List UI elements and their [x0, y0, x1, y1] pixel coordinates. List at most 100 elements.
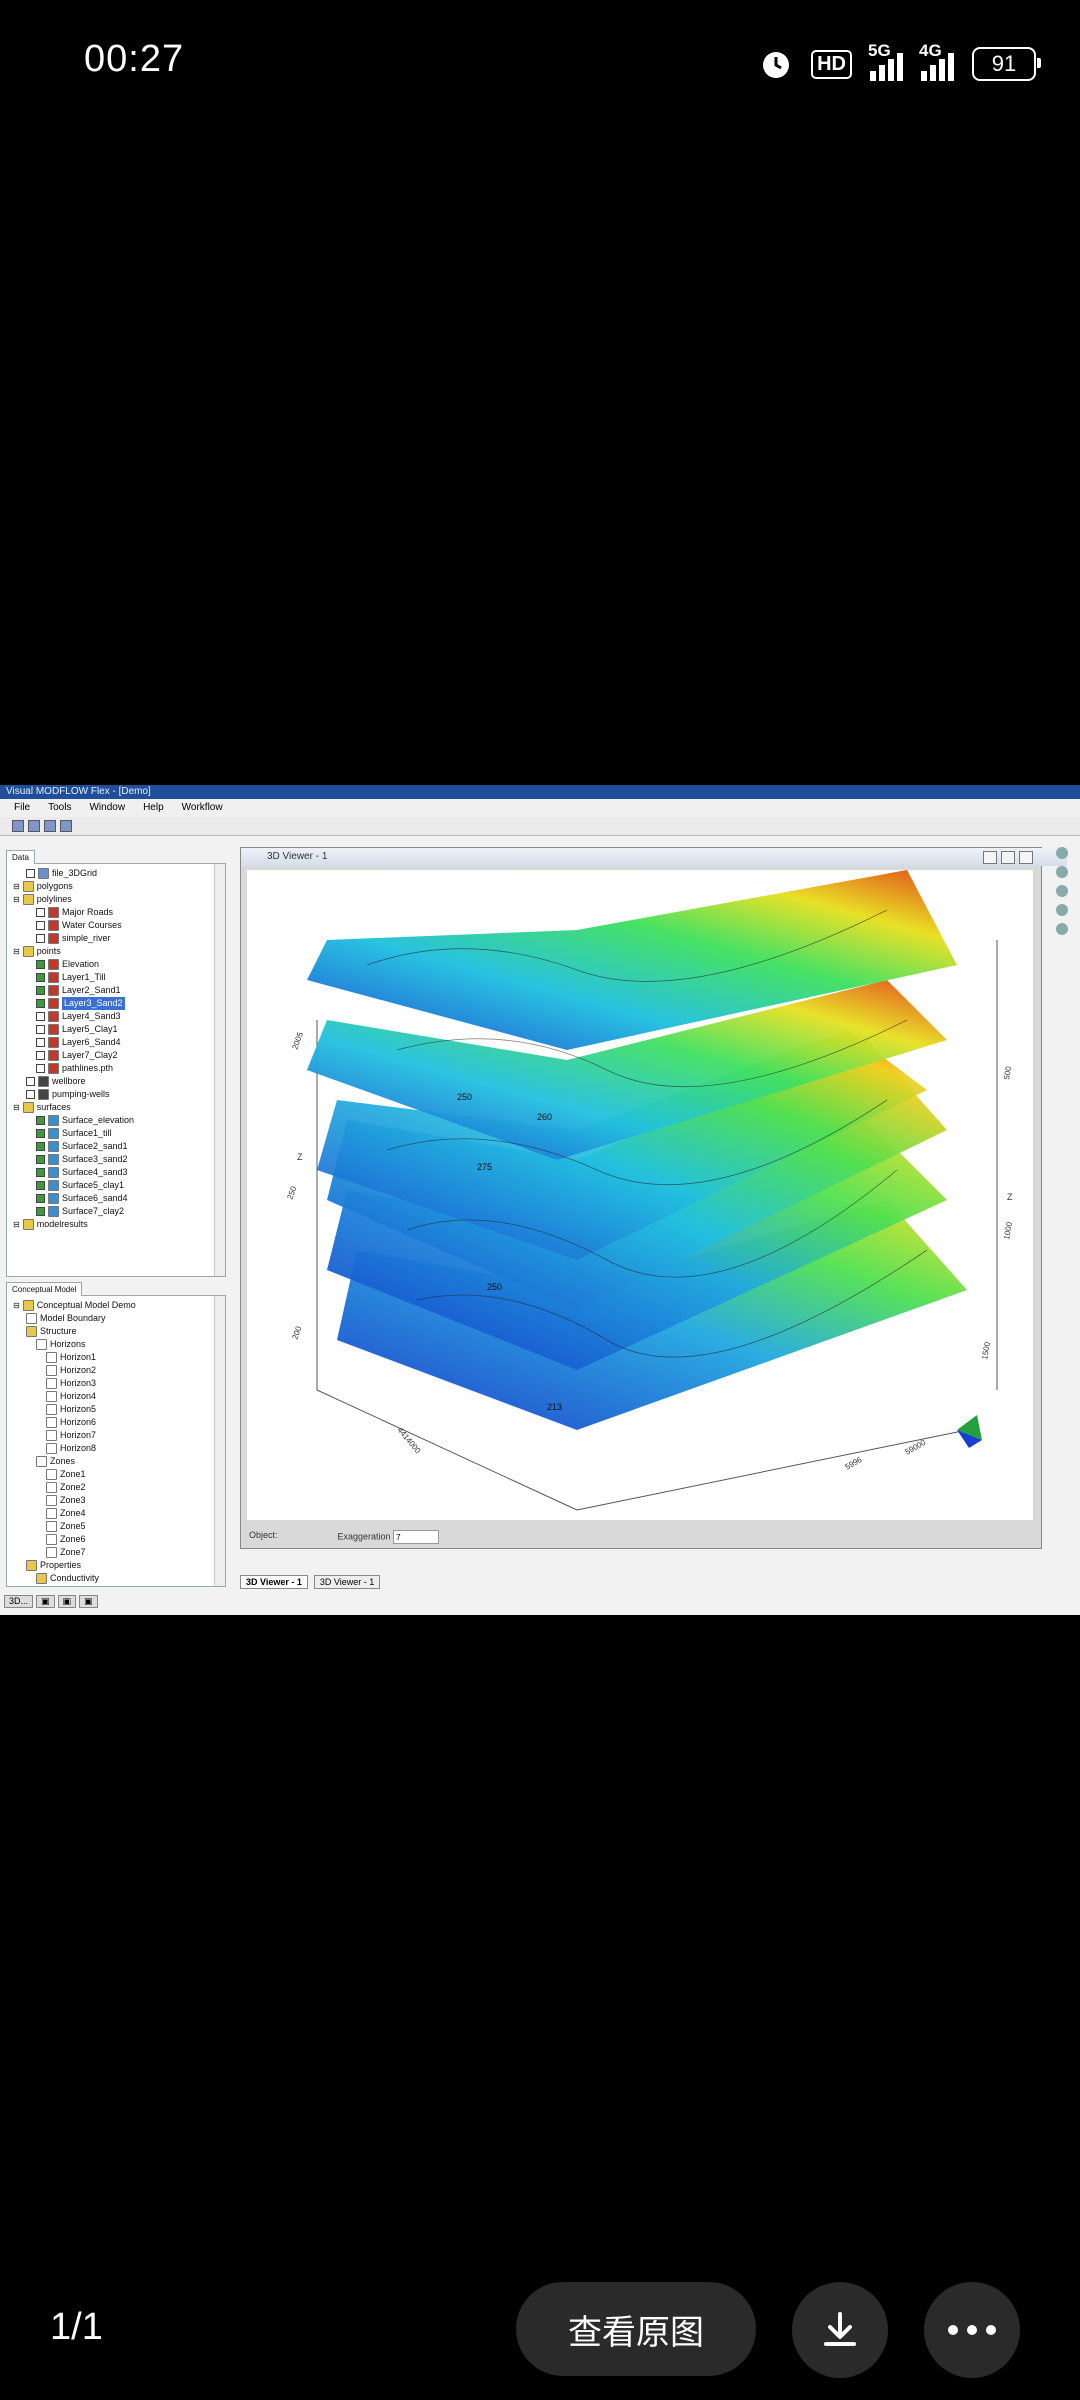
tree-item[interactable]: Zone1 — [9, 1468, 223, 1481]
tree-checkbox[interactable] — [36, 1207, 45, 1216]
tree-item[interactable]: ⊟ surfaces — [9, 1101, 223, 1114]
new-icon[interactable] — [12, 820, 24, 832]
tree-item[interactable]: Water Courses — [9, 919, 223, 932]
expand-icon[interactable]: ⊟ — [13, 1218, 20, 1231]
tree-checkbox[interactable] — [36, 973, 45, 982]
tree-item[interactable]: Zones — [9, 1455, 223, 1468]
tree-item[interactable]: pumping-wells — [9, 1088, 223, 1101]
tab-3d-short[interactable]: 3D... — [4, 1595, 34, 1608]
expand-icon[interactable]: ⊟ — [13, 945, 20, 958]
3d-surface-plot[interactable]: 260 250 275 213 250 2005 Z 250 200 500 Z… — [247, 870, 1033, 1520]
tree-item[interactable]: Elevation — [9, 958, 223, 971]
measure-tool-icon[interactable] — [1056, 923, 1068, 935]
tree-item[interactable]: Conductivity — [9, 1572, 223, 1585]
tree-item[interactable]: Zone7 — [9, 1546, 223, 1559]
pan-tool-icon[interactable] — [1056, 866, 1068, 878]
tree-item[interactable]: Surface5_clay1 — [9, 1179, 223, 1192]
tree-item[interactable]: ⊟ points — [9, 945, 223, 958]
tree-item[interactable]: Horizons — [9, 1338, 223, 1351]
tree-item[interactable]: Surface4_sand3 — [9, 1166, 223, 1179]
tree-item[interactable]: Zone3 — [9, 1494, 223, 1507]
tree-item[interactable]: Layer5_Clay1 — [9, 1023, 223, 1036]
open-icon[interactable] — [28, 820, 40, 832]
tree-item[interactable]: Horizon3 — [9, 1377, 223, 1390]
tree-checkbox[interactable] — [36, 960, 45, 969]
expand-icon[interactable]: ⊟ — [13, 1299, 20, 1312]
maximize-button[interactable] — [1001, 851, 1015, 864]
conceptual-model-scrollbar[interactable] — [214, 1296, 225, 1586]
menu-item-help[interactable]: Help — [143, 799, 164, 817]
tree-item[interactable]: ⊟ modelresults — [9, 1218, 223, 1231]
tree-checkbox[interactable] — [26, 1090, 35, 1099]
tree-item[interactable]: Surface7_clay2 — [9, 1205, 223, 1218]
tree-item[interactable]: Layer3_Sand2 — [9, 997, 223, 1010]
tree-item[interactable]: ⊟ Conceptual Model Demo — [9, 1299, 223, 1312]
tree-item[interactable]: Properties — [9, 1559, 223, 1572]
tree-checkbox[interactable] — [36, 1051, 45, 1060]
download-button[interactable] — [792, 2282, 888, 2378]
tree-item[interactable]: Layer6_Sand4 — [9, 1036, 223, 1049]
tree-item[interactable]: ⊟ polygons — [9, 880, 223, 893]
tree-checkbox[interactable] — [36, 1129, 45, 1138]
tree-item[interactable]: Zone2 — [9, 1481, 223, 1494]
tree-checkbox[interactable] — [36, 1155, 45, 1164]
tree-item[interactable]: Zone4 — [9, 1507, 223, 1520]
menu-item-window[interactable]: Window — [89, 799, 125, 817]
tree-checkbox[interactable] — [36, 908, 45, 917]
minimize-button[interactable] — [983, 851, 997, 864]
tree-checkbox[interactable] — [36, 1064, 45, 1073]
tree-item[interactable]: simple_river — [9, 932, 223, 945]
data-panel-tab[interactable]: Data — [6, 850, 35, 864]
tree-checkbox[interactable] — [36, 1168, 45, 1177]
tree-item[interactable]: Horizon7 — [9, 1429, 223, 1442]
tree-item[interactable]: pathlines.pth — [9, 1062, 223, 1075]
tree-item[interactable]: Zone5 — [9, 1520, 223, 1533]
tree-item[interactable]: Horizon5 — [9, 1403, 223, 1416]
save-icon[interactable] — [44, 820, 56, 832]
tree-item[interactable]: Layer2_Sand1 — [9, 984, 223, 997]
more-button[interactable] — [924, 2282, 1020, 2378]
tree-checkbox[interactable] — [36, 1194, 45, 1203]
view-original-button[interactable]: 查看原图 — [516, 2282, 756, 2376]
close-button[interactable] — [1019, 851, 1033, 864]
tree-checkbox[interactable] — [36, 1181, 45, 1190]
pick-tool-icon[interactable] — [1056, 904, 1068, 916]
tree-item[interactable]: Major Roads — [9, 906, 223, 919]
tree-item[interactable]: Horizon4 — [9, 1390, 223, 1403]
tab-3d-viewer-1[interactable]: 3D Viewer - 1 — [240, 1575, 308, 1589]
exaggeration-input[interactable] — [393, 1530, 440, 1544]
tab-small-2[interactable]: ▣ — [57, 1595, 77, 1608]
tree-item[interactable]: Layer7_Clay2 — [9, 1049, 223, 1062]
tree-checkbox[interactable] — [36, 999, 45, 1008]
tree-item[interactable]: Structure — [9, 1325, 223, 1338]
tree-item[interactable]: file_3DGrid — [9, 867, 223, 880]
conceptual-model-tab[interactable]: Conceptual Model — [6, 1282, 83, 1296]
tree-checkbox[interactable] — [36, 986, 45, 995]
tree-item[interactable]: Zone6 — [9, 1533, 223, 1546]
tab-small-3[interactable]: ▣ — [79, 1595, 98, 1608]
tree-item[interactable]: Surface1_till — [9, 1127, 223, 1140]
tree-checkbox[interactable] — [36, 921, 45, 930]
tree-item[interactable]: Surface6_sand4 — [9, 1192, 223, 1205]
tree-checkbox[interactable] — [36, 1142, 45, 1151]
expand-icon[interactable]: ⊟ — [13, 880, 20, 893]
tree-item[interactable]: Surface3_sand2 — [9, 1153, 223, 1166]
zoom-tool-icon[interactable] — [1056, 885, 1068, 897]
tree-checkbox[interactable] — [26, 1077, 35, 1086]
tree-item[interactable]: Horizon6 — [9, 1416, 223, 1429]
menu-item-tools[interactable]: Tools — [48, 799, 71, 817]
tab-small-1[interactable]: ▣ — [36, 1595, 55, 1608]
data-panel-scrollbar[interactable] — [214, 864, 225, 1276]
tree-checkbox[interactable] — [36, 934, 45, 943]
menu-item-file[interactable]: File — [14, 799, 30, 817]
menu-item-workflow[interactable]: Workflow — [182, 799, 223, 817]
tree-item[interactable]: ⊟ polylines — [9, 893, 223, 906]
tree-item[interactable]: Layer1_Till — [9, 971, 223, 984]
tree-item[interactable]: Surface2_sand1 — [9, 1140, 223, 1153]
tree-checkbox[interactable] — [36, 1038, 45, 1047]
screenshot-image[interactable]: Visual MODFLOW Flex - [Demo] File Tools Wi… — [0, 785, 1080, 1615]
tab-3d-viewer-1b[interactable]: 3D Viewer - 1 — [313, 1575, 381, 1589]
tree-checkbox[interactable] — [36, 1025, 45, 1034]
tree-item[interactable]: Surface_elevation — [9, 1114, 223, 1127]
tree-checkbox[interactable] — [26, 869, 35, 878]
